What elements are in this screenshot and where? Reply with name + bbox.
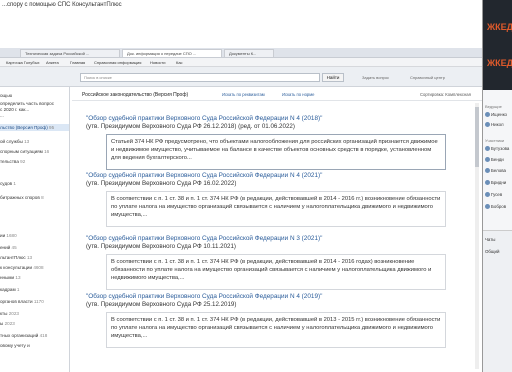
list-item[interactable]: "Обзор судебной практики Верховного Суда… xyxy=(86,293,466,348)
sidebar-item[interactable]: овому учету и xyxy=(0,343,30,348)
browser-tab[interactable]: Техническая задача Российской ... xyxy=(20,49,120,57)
search-by-details-link[interactable]: Искать по реквизитам xyxy=(222,92,265,97)
document-title[interactable]: "Обзор судебной практики Верховного Суда… xyxy=(86,115,466,123)
sort-select[interactable]: Сортировка: Комплексная xyxy=(420,92,471,97)
brand-logo: ЖКЕДР xyxy=(487,58,512,68)
participant[interactable]: Белова xyxy=(485,168,506,174)
sidebar-item-active[interactable]: льство (Версия Проф) 95 xyxy=(0,124,69,131)
list-title: Российское законодательство (Версия Проф… xyxy=(82,92,189,98)
avatar xyxy=(485,180,490,186)
browser-tab[interactable]: Документы К... xyxy=(224,49,274,57)
list-item[interactable]: "Обзор судебной практики Верховного Суда… xyxy=(86,115,466,170)
sidebar-item[interactable]: спорным ситуациям 16 xyxy=(0,149,49,154)
sidebar-item[interactable]: кты 2023 xyxy=(0,311,19,316)
sidebar-item[interactable]: ы 2023 xyxy=(0,321,15,326)
list-item[interactable]: "Обзор судебной практики Верховного Суда… xyxy=(86,235,466,290)
chat-tab[interactable]: Общий xyxy=(485,249,499,254)
window-title: ...спору с помощью СПС КонсультантПлюс xyxy=(2,2,122,8)
sidebar-item[interactable]: тных организаций 418 xyxy=(0,333,47,338)
sidebar-item[interactable]: битражных споров 8 xyxy=(0,195,44,200)
document-snippet: В соответствии с п. 1 ст. 38 и п. 1 ст. … xyxy=(106,312,446,348)
sidebar: ощью определить часть вопрос с 2020 г. к… xyxy=(0,87,70,372)
bookmark[interactable]: Главная xyxy=(70,60,85,65)
browser-tab-strip: Техническая задача Российской ... Док. и… xyxy=(0,48,482,58)
search-button[interactable]: Найти xyxy=(322,73,344,82)
avatar xyxy=(485,122,490,128)
document-snippet: Статьей 374 НК РФ предусмотрено, что объ… xyxy=(106,134,446,170)
video-call-panel: ЖКЕДР ЖКЕДР Ведущие Ищенко Никол Участни… xyxy=(482,0,512,372)
participant[interactable]: Бенди xyxy=(485,157,504,163)
avatar xyxy=(485,112,490,118)
participant[interactable]: Бридни xyxy=(485,180,506,186)
document-snippet: В соответствии с п. 1 ст. 38 и п. 1 ст. … xyxy=(106,254,446,290)
document-title[interactable]: "Обзор судебной практики Верховного Суда… xyxy=(86,293,466,301)
video-tile: ЖКЕДР ЖКЕДР xyxy=(483,0,512,90)
sidebar-item[interactable]: к консультации 4608 xyxy=(0,265,44,270)
participants-section-label: Участники xyxy=(485,138,505,143)
hosts-section-label: Ведущие xyxy=(485,104,502,109)
document-subtitle: (утв. Президиумом Верховного Суда РФ 10.… xyxy=(86,243,236,250)
participant[interactable]: Бобров xyxy=(485,204,506,210)
help-center-link[interactable]: Справочный центр xyxy=(410,75,445,80)
brand-logo: ЖКЕДР xyxy=(487,22,512,32)
sidebar-item[interactable]: тельства 92 xyxy=(0,159,25,164)
sidebar-item[interactable]: нными 13 xyxy=(0,275,21,280)
bookmark[interactable]: Кас xyxy=(176,60,183,65)
document-title[interactable]: "Обзор судебной практики Верховного Суда… xyxy=(86,235,466,243)
avatar xyxy=(485,204,490,210)
search-by-norm-link[interactable]: Искать по норме xyxy=(282,92,314,97)
sidebar-item[interactable]: ощью xyxy=(0,93,12,98)
avatar xyxy=(485,146,490,152)
bookmark[interactable]: Новости xyxy=(150,60,165,65)
participant[interactable]: Гусев xyxy=(485,192,502,198)
participant[interactable]: Никол xyxy=(485,122,504,128)
sidebar-item[interactable]: судов 1 xyxy=(0,181,16,186)
avatar xyxy=(485,168,490,174)
conference-topbar: ...спору с помощью СПС КонсультантПлюс xyxy=(0,0,482,48)
participant[interactable]: Бутузова xyxy=(485,146,509,152)
sidebar-item[interactable]: кадрам 1 xyxy=(0,287,19,292)
sidebar-item[interactable]: ... xyxy=(0,113,4,118)
consultant-app: Поиск в списке Найти Задать вопрос Справ… xyxy=(0,67,482,372)
sidebar-item[interactable]: ений 45 xyxy=(0,245,17,250)
list-item[interactable]: "Обзор судебной практики Верховного Суда… xyxy=(86,172,466,227)
bookmark[interactable]: Анкета xyxy=(46,60,59,65)
sidebar-item[interactable]: с 2020 г. как... xyxy=(0,107,29,112)
document-snippet: В соответствии с п. 1 ст. 38 и п. 1 ст. … xyxy=(106,191,446,227)
bookmark[interactable]: Справочная информация xyxy=(94,60,141,65)
list-header: Российское законодательство (Версия Проф… xyxy=(72,87,482,101)
document-subtitle: (утв. Президиумом Верховного Суда РФ 25.… xyxy=(86,301,237,308)
bookmark[interactable]: Карточка Голубых xyxy=(6,60,39,65)
sidebar-item[interactable]: органов власти 1170 xyxy=(0,299,44,304)
chat-label[interactable]: Чаты xyxy=(485,237,495,242)
document-subtitle: (утв. Президиумом Верховного Суда РФ 16.… xyxy=(86,180,237,187)
search-input[interactable]: Поиск в списке xyxy=(80,73,320,82)
browser-tab[interactable]: Док. информация о передаче СПО ... xyxy=(122,49,222,57)
sidebar-item[interactable]: ой службы 13 xyxy=(0,139,29,144)
sidebar-item[interactable]: определить часть вопрос xyxy=(0,101,54,106)
scrollbar[interactable] xyxy=(475,103,479,369)
document-title[interactable]: "Обзор судебной практики Верховного Суда… xyxy=(86,172,466,180)
document-subtitle: (утв. Президиумом Верховного Суда РФ 26.… xyxy=(86,123,295,130)
document-list: Российское законодательство (Версия Проф… xyxy=(72,87,482,372)
participant[interactable]: Ищенко xyxy=(485,112,507,118)
ask-question-link[interactable]: Задать вопрос xyxy=(362,75,389,80)
avatar xyxy=(485,192,490,198)
scrollbar-thumb[interactable] xyxy=(475,107,479,167)
sidebar-item[interactable]: ии 1680 xyxy=(0,233,17,238)
avatar xyxy=(485,157,490,163)
bookmarks-bar: Карточка Голубых Анкета Главная Справочн… xyxy=(0,58,482,67)
sidebar-item[interactable]: льтантПлюс 13 xyxy=(0,255,32,260)
app-header: Поиск в списке Найти Задать вопрос Справ… xyxy=(0,67,482,87)
chat-panel: Чаты Общий xyxy=(483,230,512,372)
